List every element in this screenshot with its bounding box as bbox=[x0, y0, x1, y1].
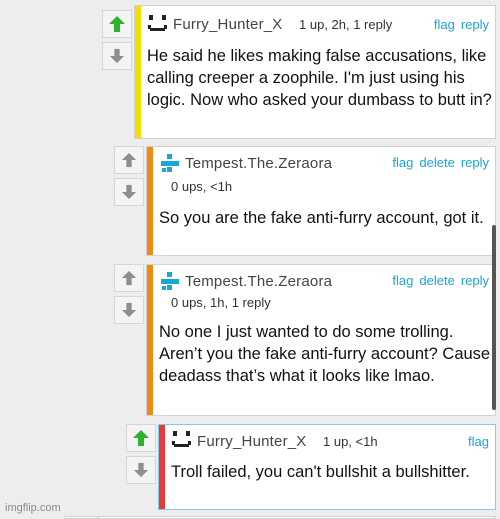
reply-link[interactable]: reply bbox=[461, 17, 489, 32]
upvote-button[interactable] bbox=[114, 264, 144, 292]
comment-actions: flag delete reply bbox=[386, 155, 489, 170]
downvote-button[interactable] bbox=[114, 296, 144, 324]
down-arrow-icon bbox=[133, 462, 149, 478]
delete-link[interactable]: delete bbox=[419, 155, 454, 170]
upvote-button[interactable] bbox=[126, 424, 156, 452]
smiley-avatar-icon[interactable] bbox=[147, 13, 169, 35]
vote-controls bbox=[114, 146, 144, 206]
downvote-button[interactable] bbox=[102, 42, 132, 70]
comment-meta: 1 up, 2h, 1 reply bbox=[299, 17, 393, 32]
comment-body: He said he likes making false accusation… bbox=[147, 47, 492, 109]
vote-controls bbox=[102, 10, 132, 70]
downvote-button[interactable] bbox=[126, 456, 156, 484]
down-arrow-icon bbox=[121, 302, 137, 318]
delete-link[interactable]: delete bbox=[419, 273, 454, 288]
flag-link[interactable]: flag bbox=[468, 434, 489, 449]
comment-actions: flag reply bbox=[428, 17, 489, 32]
downvote-button[interactable] bbox=[114, 178, 144, 206]
flag-link[interactable]: flag bbox=[392, 273, 413, 288]
watermark: imgflip.com bbox=[5, 502, 61, 514]
comment-actions: flag bbox=[462, 434, 489, 449]
flag-link[interactable]: flag bbox=[434, 17, 455, 32]
reply-link[interactable]: reply bbox=[461, 273, 489, 288]
comment-body: So you are the fake anti-furry account, … bbox=[159, 209, 484, 227]
comment-card: Tempest.The.Zeraora 0 ups, <1h flag delet… bbox=[146, 146, 496, 256]
comment-meta: 1 up, <1h bbox=[323, 434, 378, 449]
up-arrow-icon bbox=[121, 270, 137, 286]
comment-depth-stripe bbox=[159, 425, 165, 509]
up-arrow-icon bbox=[109, 16, 125, 32]
comment-meta: 0 ups, 1h, 1 reply bbox=[171, 295, 271, 310]
comment-card: Furry_Hunter_X 1 up, <1h flag Troll fail… bbox=[158, 424, 496, 510]
comment-actions: flag delete reply bbox=[386, 273, 489, 288]
plus-avatar-icon[interactable] bbox=[159, 271, 181, 293]
smiley-avatar-icon[interactable] bbox=[171, 429, 193, 451]
comment-body: No one I just wanted to do some trolling… bbox=[159, 323, 491, 385]
comment-body: Troll failed, you can't bullshit a bulls… bbox=[171, 463, 470, 481]
plus-avatar-icon[interactable] bbox=[159, 153, 181, 175]
comment-meta: 0 ups, <1h bbox=[171, 179, 233, 194]
comment-card: Tempest.The.Zeraora 0 ups, 1h, 1 reply f… bbox=[146, 264, 496, 416]
comment-depth-stripe bbox=[135, 6, 141, 138]
flag-link[interactable]: flag bbox=[392, 155, 413, 170]
comment-username[interactable]: Furry_Hunter_X bbox=[197, 433, 307, 450]
up-arrow-icon bbox=[133, 430, 149, 446]
down-arrow-icon bbox=[121, 184, 137, 200]
upvote-button[interactable] bbox=[114, 146, 144, 174]
vote-controls bbox=[126, 424, 156, 484]
comment-depth-stripe bbox=[147, 265, 153, 415]
vote-controls bbox=[114, 264, 144, 324]
comment-username[interactable]: Furry_Hunter_X bbox=[173, 16, 283, 33]
comment-username[interactable]: Tempest.The.Zeraora bbox=[185, 155, 332, 172]
up-arrow-icon bbox=[121, 152, 137, 168]
scrollbar-thumb[interactable] bbox=[492, 225, 496, 410]
comment-username[interactable]: Tempest.The.Zeraora bbox=[185, 273, 332, 290]
comment-card: Furry_Hunter_X 1 up, 2h, 1 reply flag rep… bbox=[134, 5, 496, 139]
down-arrow-icon bbox=[109, 48, 125, 64]
reply-link[interactable]: reply bbox=[461, 155, 489, 170]
comment-depth-stripe bbox=[147, 147, 153, 255]
upvote-button[interactable] bbox=[102, 10, 132, 38]
